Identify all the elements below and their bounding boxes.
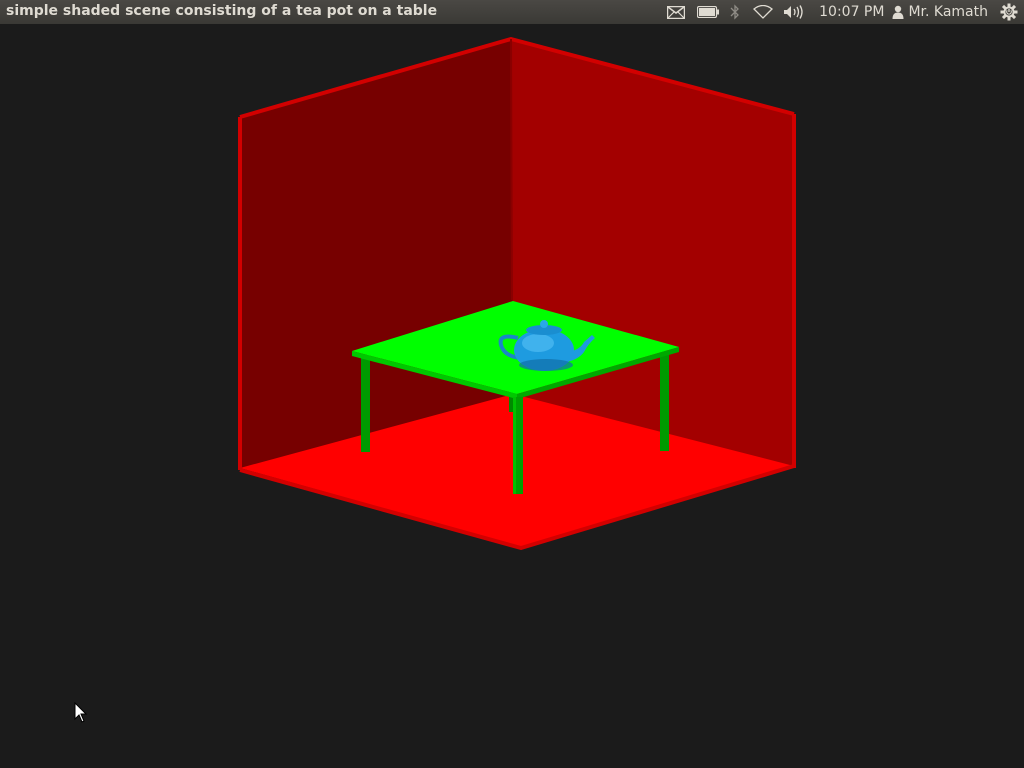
- window-title: simple shaded scene consisting of a tea …: [6, 3, 438, 19]
- battery-icon[interactable]: [693, 0, 723, 24]
- indicator-area: 10:07 PM Mr. Kamath: [659, 0, 1024, 24]
- mouse-cursor-icon: [74, 702, 88, 723]
- power-gear-icon[interactable]: [994, 0, 1024, 24]
- user-menu[interactable]: Mr. Kamath: [892, 0, 994, 24]
- wifi-icon[interactable]: [747, 0, 779, 24]
- clock[interactable]: 10:07 PM: [809, 0, 892, 24]
- user-name: Mr. Kamath: [908, 4, 988, 20]
- top-panel: simple shaded scene consisting of a tea …: [0, 0, 1024, 24]
- volume-icon[interactable]: [779, 0, 809, 24]
- bluetooth-icon[interactable]: [723, 0, 747, 24]
- mail-icon[interactable]: [659, 0, 693, 24]
- opengl-scene: [238, 37, 796, 550]
- user-icon: [892, 5, 904, 19]
